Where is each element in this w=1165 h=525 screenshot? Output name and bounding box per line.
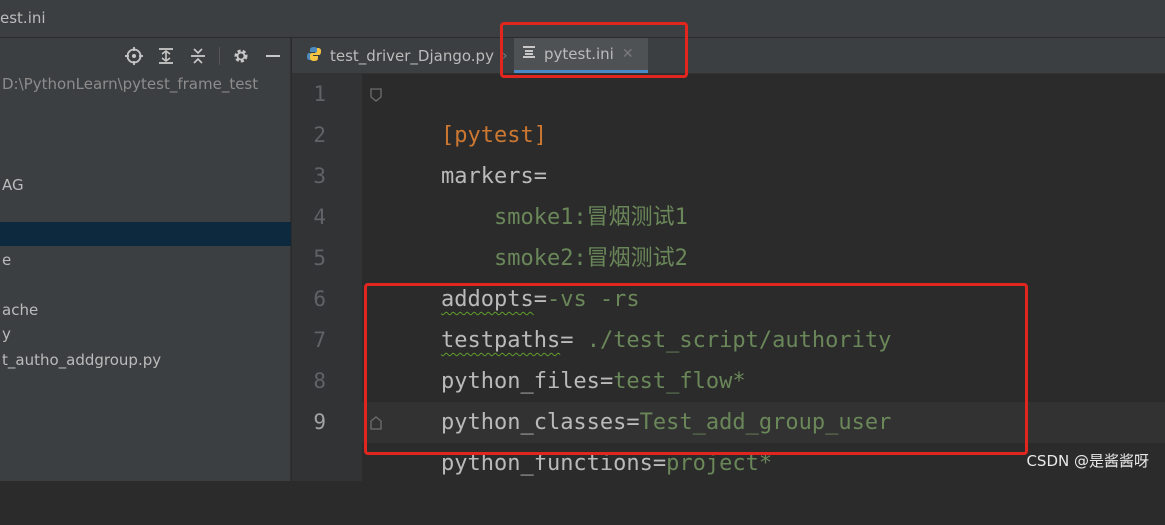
code-line: smoke2:冒烟测试2 [388,197,688,271]
code-line: addopts=-vs -rs [388,238,640,312]
python-file-icon [306,46,322,66]
code-line: [pytest] [388,74,547,148]
minimize-icon[interactable] [262,45,284,67]
line-number-current: 9 [313,410,326,434]
tree-item-selected[interactable] [0,222,291,246]
project-panel: D:\PythonLearn\pytest_frame_test AG e ac… [0,38,291,481]
annotation-box-tab [500,22,688,78]
code-line: markers= [388,115,547,189]
window-title: est.ini [0,9,46,27]
line-number: 8 [313,369,326,393]
tree-item[interactable]: e [0,248,291,272]
line-number: 3 [313,164,326,188]
project-root-path[interactable]: D:\PythonLearn\pytest_frame_test [0,72,291,96]
line-number: 5 [313,246,326,270]
line-number: 7 [313,328,326,352]
tree-item[interactable]: y [0,322,291,346]
annotation-box-code [364,283,1028,455]
fold-start-icon[interactable] [370,87,382,102]
project-toolbar [123,42,284,70]
line-number: 2 [313,123,326,147]
collapse-all-icon[interactable] [187,45,209,67]
toolbar-separator [219,47,220,65]
tree-item[interactable]: ache [0,298,291,322]
gear-icon[interactable] [230,45,252,67]
locate-icon[interactable] [123,45,145,67]
tree-item[interactable]: AG [0,173,291,197]
line-number: 1 [313,82,326,106]
expand-all-icon[interactable] [155,45,177,67]
tab-label: test_driver_Django.py [330,46,494,65]
tab-test-driver-django[interactable]: test_driver_Django.py › [298,38,516,73]
tree-item[interactable]: t_autho_addgroup.py [0,348,291,372]
line-number: 4 [313,205,326,229]
editor-tab-bar: test_driver_Django.py › pytest.ini ✕ [292,38,1165,74]
code-line: smoke1:冒烟测试1 [388,156,688,230]
line-number: 6 [313,287,326,311]
watermark: CSDN @是酱酱呀 [1026,452,1149,470]
